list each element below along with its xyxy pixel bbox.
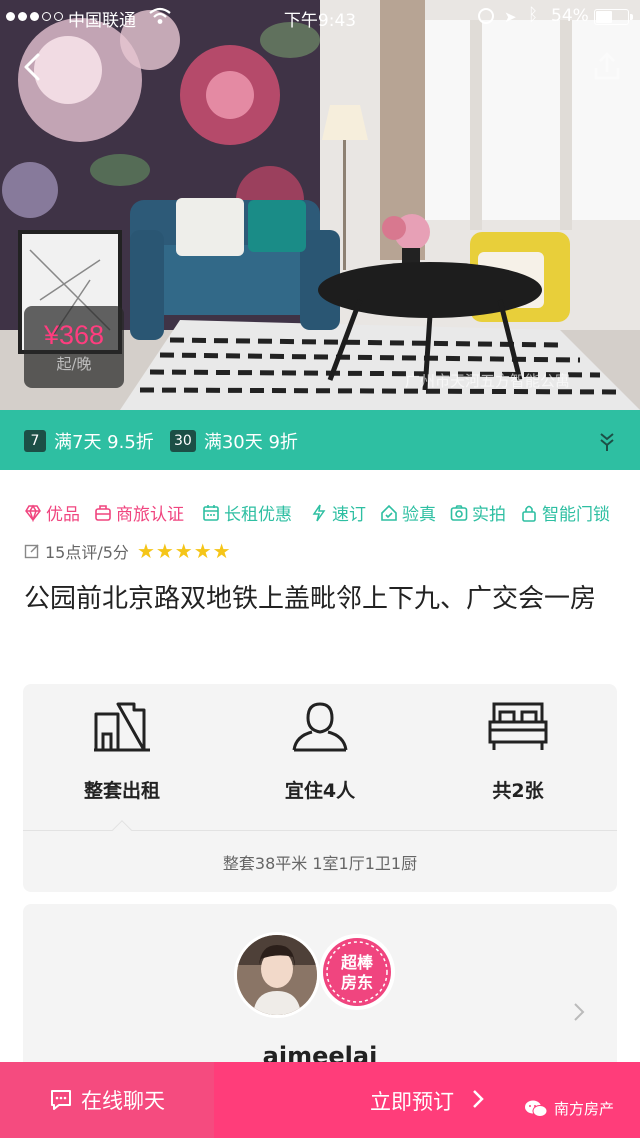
battery-icon xyxy=(594,9,633,25)
tag-premium: 优品 xyxy=(24,500,80,525)
tag-label: 商旅认证 xyxy=(116,505,184,525)
book-now-button[interactable]: 立即预订 南方房产 xyxy=(214,1062,640,1138)
property-info-card: 整套出租 宜住4人 共2张 整套38平米 1室1厅1卫1厨 xyxy=(23,684,617,892)
house-check-icon xyxy=(381,504,397,521)
briefcase-icon xyxy=(95,504,111,521)
discount-text: 满7天 9.5折 xyxy=(54,432,154,453)
hero-photo[interactable]: 中国联通 下午9:43 ➤ ᛒ 54% ¥368 起/晚 广州市天河五方智能公寓 xyxy=(0,0,640,410)
feature-label: 整套出租 xyxy=(83,780,160,802)
tag-verified: 验真 xyxy=(380,500,436,525)
photo-watermark: 广州市天河五方智能公寓 xyxy=(405,372,571,390)
tag-label: 智能门锁 xyxy=(542,505,610,525)
area-layout-text: 整套38平米 1室1厅1卫1厨 xyxy=(222,854,418,873)
bluetooth-icon: ᛒ xyxy=(528,5,539,25)
camera-icon xyxy=(450,504,468,521)
chat-button[interactable]: 在线聊天 xyxy=(0,1062,214,1138)
chevron-down-icon[interactable] xyxy=(596,430,618,452)
discount-text: 满30天 9折 xyxy=(203,432,298,453)
diamond-icon xyxy=(25,504,41,522)
discount-bar[interactable]: 7 满7天 9.5折 30 满30天 9折 xyxy=(0,410,640,470)
lock-icon xyxy=(522,505,536,522)
tag-instant-book: 速订 xyxy=(310,500,366,525)
feature-whole-rental: 整套出租 xyxy=(23,700,221,803)
status-time: 下午9:43 xyxy=(283,11,357,31)
chat-bubble-icon xyxy=(51,1090,71,1110)
tag-label: 优品 xyxy=(46,505,80,525)
badge-line-1: 超棒 xyxy=(340,953,374,972)
feature-guests: 宜住4人 xyxy=(221,700,419,803)
share-icon[interactable] xyxy=(592,52,622,80)
tag-business: 商旅认证 xyxy=(94,500,184,525)
price-badge: ¥368 起/晚 xyxy=(24,306,124,388)
calendar-icon xyxy=(203,504,219,521)
review-count: 15点评/5分 xyxy=(45,543,129,562)
chevron-right-icon xyxy=(473,1090,484,1108)
building-icon xyxy=(94,702,150,752)
tag-label: 长租优惠 xyxy=(224,505,292,525)
listing-title: 公园前北京路双地铁上盖毗邻上下九、广交会一房 xyxy=(24,584,597,614)
tag-smart-lock: 智能门锁 xyxy=(520,500,610,525)
star-rating: ★★★★★ xyxy=(136,539,232,563)
bed-icon xyxy=(488,702,548,750)
source-label: 南方房产 xyxy=(554,1100,615,1118)
location-arrow-icon: ➤ xyxy=(504,8,517,26)
rating-row[interactable]: 15点评/5分 ★★★★★ xyxy=(24,539,232,563)
feature-beds: 共2张 xyxy=(419,700,617,803)
price-unit: 起/晚 xyxy=(56,355,92,373)
discount-days-badge: 7 xyxy=(24,430,46,452)
discount-days-badge: 30 xyxy=(170,430,196,452)
rotation-lock-icon xyxy=(478,8,494,24)
book-label: 立即预订 xyxy=(370,1090,454,1114)
tag-label: 速订 xyxy=(332,505,366,525)
chat-label: 在线聊天 xyxy=(81,1089,165,1113)
tag-label: 实拍 xyxy=(472,505,506,525)
feature-tags: 优品 商旅认证 长租优惠 速订 验真 实拍 智能门锁 xyxy=(0,500,640,530)
selection-pointer xyxy=(112,820,132,840)
feature-label: 宜住4人 xyxy=(284,780,356,802)
lightning-icon xyxy=(312,504,326,521)
host-avatar[interactable] xyxy=(234,932,320,1018)
battery-percent: 54% xyxy=(551,6,589,26)
back-arrow-icon[interactable] xyxy=(18,50,48,84)
bottom-action-bar: 在线聊天 立即预订 南方房产 xyxy=(0,1062,640,1138)
tag-long-stay: 长租优惠 xyxy=(202,500,292,525)
host-photo xyxy=(237,935,317,1015)
tag-label: 验真 xyxy=(402,505,436,525)
discount-7-days: 7 满7天 9.5折 xyxy=(24,428,154,454)
super-host-badge: 超棒 房东 xyxy=(319,934,395,1010)
edit-icon xyxy=(24,544,39,559)
status-bar: 中国联通 下午9:43 ➤ ᛒ 54% xyxy=(0,0,640,34)
badge-line-2: 房东 xyxy=(341,973,373,992)
nightly-price: ¥368 xyxy=(43,320,105,350)
source-watermark: 南方房产 xyxy=(524,1098,614,1119)
feature-label: 共2张 xyxy=(492,780,544,802)
chevron-right-icon[interactable] xyxy=(571,1000,587,1024)
discount-30-days: 30 满30天 9折 xyxy=(170,428,298,454)
tag-real-photo: 实拍 xyxy=(450,500,506,525)
person-icon xyxy=(292,702,348,752)
wechat-icon xyxy=(525,1100,548,1117)
